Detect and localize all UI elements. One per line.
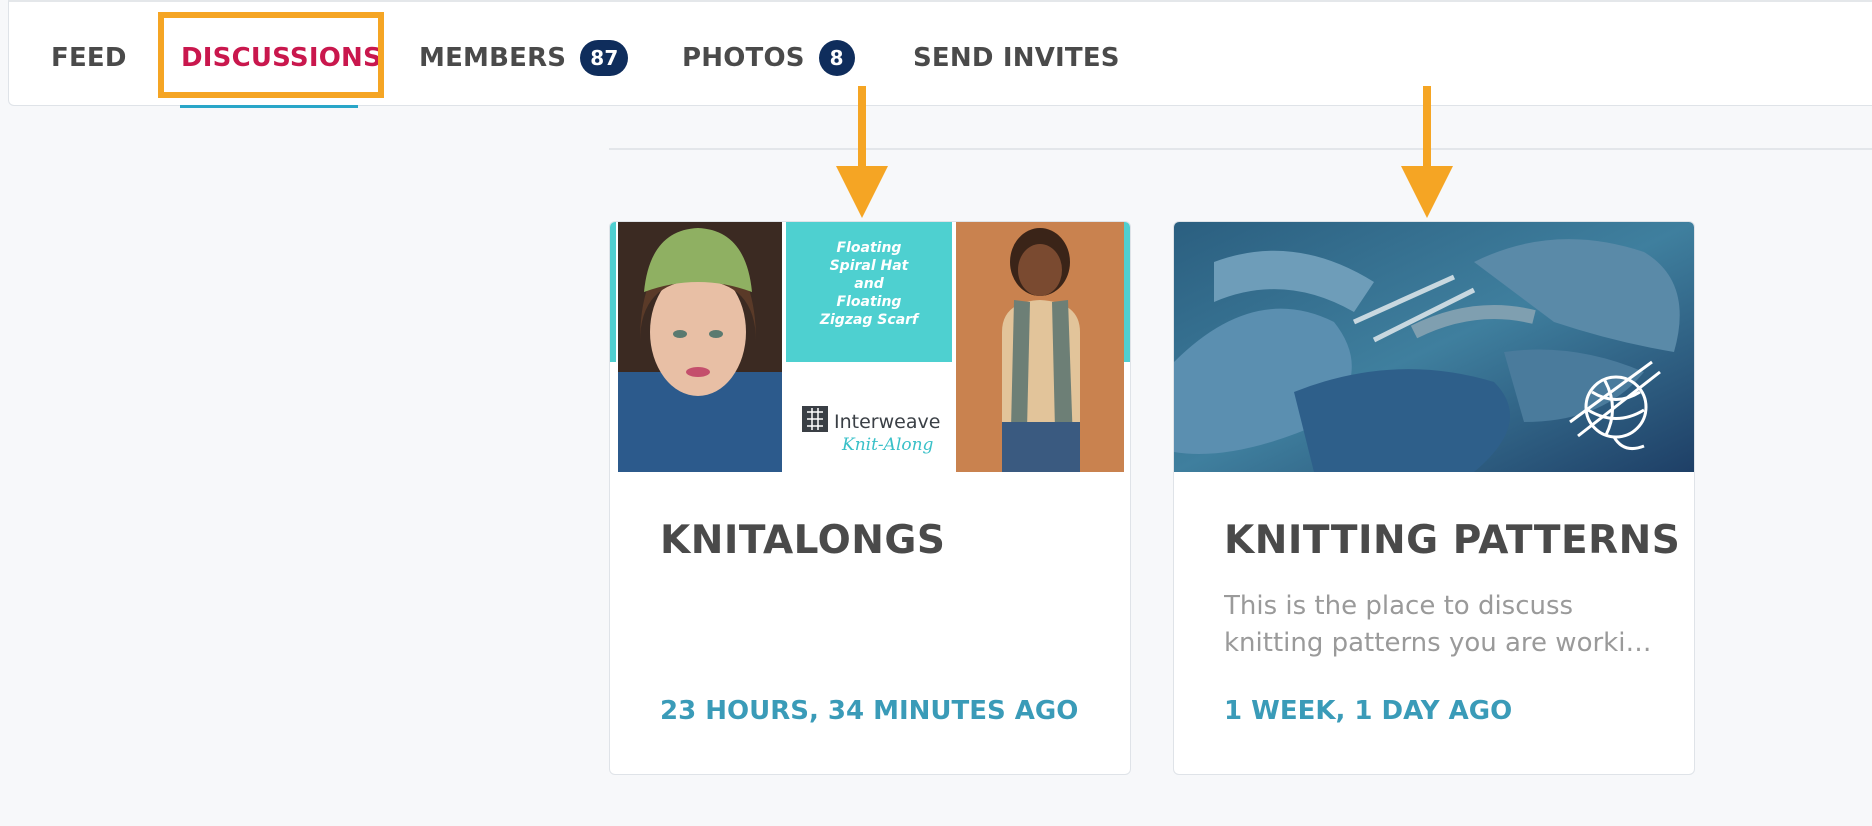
brand-name: Interweave	[834, 411, 940, 433]
annotation-arrow-down-icon	[1401, 86, 1453, 218]
active-tab-indicator	[180, 105, 358, 108]
banner-line: Spiral Hat	[830, 258, 910, 274]
members-count-badge: 87	[580, 40, 629, 76]
card-cover-image	[1174, 222, 1694, 472]
tab-send-invites-label: SEND INVITES	[913, 43, 1120, 73]
annotation-highlight-box	[158, 12, 384, 98]
tab-members-label: MEMBERS	[419, 43, 567, 73]
tab-members[interactable]: MEMBERS 87	[419, 40, 629, 76]
card-timestamp: 23 HOURS, 34 MINUTES AGO	[660, 696, 1079, 726]
card-description-line: knitting patterns you are worki…	[1224, 628, 1652, 658]
discussion-card-knitalongs[interactable]: Floating Spiral Hat and Floating Zigzag …	[609, 221, 1131, 775]
card-timestamp: 1 WEEK, 1 DAY AGO	[1224, 696, 1513, 726]
annotation-arrow-down-icon	[836, 86, 888, 218]
banner-line: Floating	[837, 294, 902, 310]
card-cover-image: Floating Spiral Hat and Floating Zigzag …	[610, 222, 1130, 472]
banner-line: and	[854, 276, 884, 292]
tab-send-invites[interactable]: SEND INVITES	[913, 40, 1120, 76]
card-description: This is the place to discuss knitting pa…	[1224, 588, 1654, 662]
tab-photos[interactable]: PHOTOS 8	[682, 40, 855, 76]
card-title[interactable]: KNITALONGS	[660, 518, 945, 563]
banner-line: Floating	[837, 240, 902, 256]
discussion-card-knitting-patterns[interactable]: KNITTING PATTERNS This is the place to d…	[1173, 221, 1695, 775]
brand-script: Knit-Along	[841, 435, 934, 455]
tab-feed-label: FEED	[51, 43, 127, 73]
banner-line: Zigzag Scarf	[819, 312, 920, 328]
tab-photos-label: PHOTOS	[682, 43, 805, 73]
tab-feed[interactable]: FEED	[51, 40, 127, 76]
card-description-line: This is the place to discuss	[1224, 591, 1574, 621]
photos-count-badge: 8	[818, 40, 855, 76]
content-divider	[609, 148, 1872, 150]
card-title[interactable]: KNITTING PATTERNS	[1224, 518, 1680, 563]
